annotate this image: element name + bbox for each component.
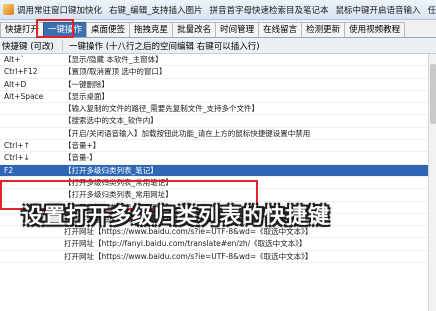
table-row[interactable]: 打开网址【http://fanyi.baidu.com/translate#en…: [0, 238, 436, 251]
hotkey-cell[interactable]: Ctrl+↑: [4, 140, 60, 151]
column-header-action[interactable]: 一键操作 (十八行之后的空间编辑 右键可以插入行): [63, 40, 260, 52]
tab-desktop-notes[interactable]: 桌面便签: [86, 22, 131, 37]
vertical-scrollbar[interactable]: [428, 54, 436, 311]
table-row[interactable]: Ctrl+↓ 【音量-】: [0, 152, 436, 165]
title-bar: 调用常驻窗口键加快化 右键_编辑_支持插入图片 拼音首字母快速检索目及笔记本 鼠…: [0, 0, 436, 20]
table-row[interactable]: Alt+Space 【显示桌面】: [0, 91, 436, 104]
hotkey-cell[interactable]: Alt+D: [4, 79, 60, 90]
tutorial-caption: 设置打开多级归类列表的快捷键: [22, 204, 330, 228]
title-segment: 右键_编辑_支持插入图片: [109, 5, 203, 16]
action-cell[interactable]: 【输入复制的文件的路径_需要先复制文件_支持多个文件】: [64, 103, 259, 114]
table-row[interactable]: Ctrl+F12 【置顶/取消置顶 选中的窗口】: [0, 66, 436, 79]
action-cell[interactable]: 【显示/隐藏 本软件_主窗体】: [64, 54, 163, 65]
tab-time-management[interactable]: 时间管理: [215, 22, 260, 37]
app-icon: [3, 4, 14, 15]
active-tab-highlight-box: [36, 19, 74, 38]
grid-header: 快捷键 (可改) 一键操作 (十八行之后的空间编辑 右键可以插入行): [0, 38, 436, 54]
title-segment: 调用常驻窗口键加快化: [17, 5, 103, 16]
action-cell[interactable]: 【显示桌面】: [64, 91, 109, 102]
tab-check-update[interactable]: 检测更新: [301, 22, 346, 37]
tab-online-message[interactable]: 在线留言: [258, 22, 303, 37]
hotkey-cell[interactable]: Alt+Space: [4, 91, 60, 102]
hotkey-cell[interactable]: F2: [4, 165, 60, 176]
table-row[interactable]: 打开网址【https://www.baidu.com/s?ie=UTF-8&wd…: [0, 251, 436, 264]
tab-drag-drop[interactable]: 拖拽克星: [129, 22, 174, 37]
action-cell[interactable]: 【音量+】: [64, 140, 100, 151]
table-row[interactable]: Ctrl+↑ 【音量+】: [0, 140, 436, 153]
hotkey-cell[interactable]: Ctrl+F12: [4, 66, 60, 77]
action-cell[interactable]: 【一键删除】: [64, 79, 109, 90]
hotkey-cell[interactable]: Alt+`: [4, 54, 60, 65]
table-row[interactable]: Alt+D 【一键删除】: [0, 79, 436, 91]
table-row[interactable]: Alt+` 【显示/隐藏 本软件_主窗体】: [0, 54, 436, 67]
tab-video-tutorial[interactable]: 使用视频教程: [344, 22, 406, 37]
action-cell[interactable]: 【打开多级归类列表_笔记】: [64, 165, 158, 176]
scrollbar-thumb[interactable]: [430, 64, 436, 124]
hotkey-cell[interactable]: Ctrl+↓: [4, 152, 60, 163]
action-cell[interactable]: 【音量-】: [64, 152, 97, 163]
title-segment: 鼠标中键开启语音输入: [335, 5, 421, 16]
table-row-selected[interactable]: F2 【打开多级归类列表_笔记】: [0, 164, 436, 177]
action-cell[interactable]: 打开网址【http://fanyi.baidu.com/translate#en…: [64, 238, 306, 249]
action-cell[interactable]: 【搜索选中的文本_软件内】: [64, 115, 158, 126]
action-cell[interactable]: 【置顶/取消置顶 选中的窗口】: [64, 66, 166, 77]
hotkey-grid: Alt+` 【显示/隐藏 本软件_主窗体】 Ctrl+F12 【置顶/取消置顶 选中…: [0, 54, 436, 264]
action-cell[interactable]: 【开启/关闭语音输入】加载按钮此功能_请在上方的鼠标快捷键设置中禁用: [64, 128, 310, 139]
column-header-hotkey[interactable]: 快捷键 (可改): [0, 39, 63, 52]
title-segment: 拼音首字母快速检索目及笔记本: [209, 5, 329, 16]
title-segment: 任务栏滚动修改音量: [427, 5, 436, 16]
table-row[interactable]: 【输入复制的文件的路径_需要先复制文件_支持多个文件】: [0, 103, 436, 116]
table-row[interactable]: 【开启/关闭语音输入】加载按钮此功能_请在上方的鼠标快捷键设置中禁用: [0, 128, 436, 141]
table-row[interactable]: 【搜索选中的文本_软件内】: [0, 115, 436, 128]
action-cell[interactable]: 打开网址【https://www.baidu.com/s?ie=UTF-8&wd…: [64, 251, 312, 262]
tab-batch-rename[interactable]: 批量改名: [172, 22, 217, 37]
